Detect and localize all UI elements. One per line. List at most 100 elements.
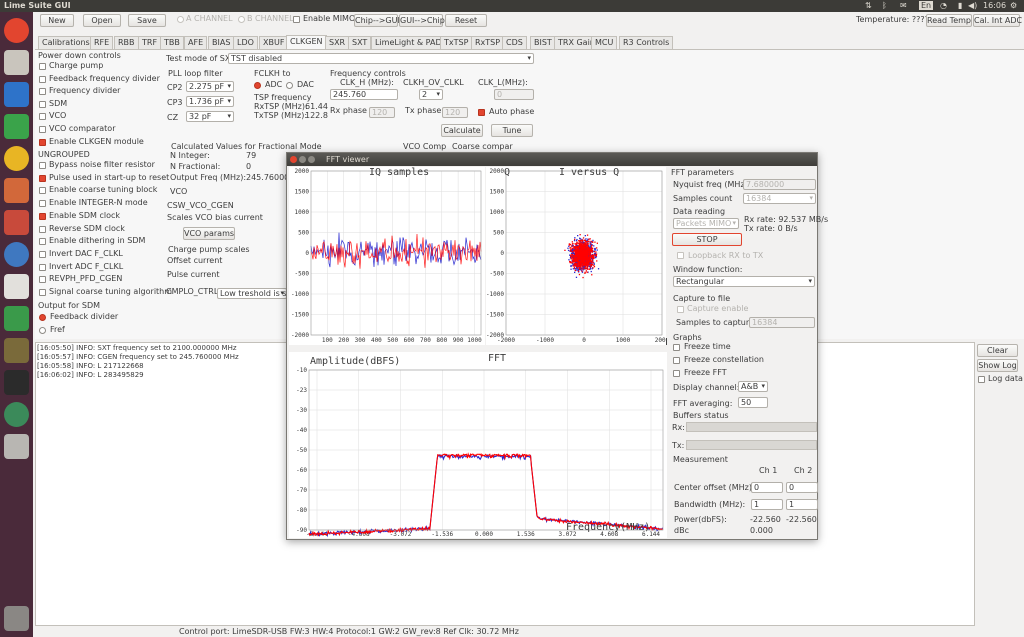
cp2-select[interactable]: 2.275 pF bbox=[186, 81, 234, 92]
tab-tbb[interactable]: TBB bbox=[160, 36, 184, 49]
nyquist-input[interactable]: 7.680000 bbox=[743, 179, 816, 190]
checkbox-charge-pump[interactable] bbox=[39, 63, 46, 70]
enable-mimo-checkbox[interactable] bbox=[293, 16, 300, 23]
limesuite-icon[interactable] bbox=[4, 402, 29, 427]
stop-button[interactable]: STOP bbox=[672, 233, 742, 246]
checkbox-enable-dithering-in-sdm[interactable] bbox=[39, 238, 46, 246]
writer-icon[interactable] bbox=[4, 82, 29, 107]
fref-radio[interactable] bbox=[39, 327, 46, 334]
adc-radio[interactable] bbox=[254, 82, 261, 89]
cal-int-adc-button[interactable]: Cal. Int ADC bbox=[973, 14, 1022, 27]
checkbox-frequency-divider[interactable] bbox=[39, 88, 46, 96]
maximize-icon[interactable] bbox=[308, 156, 315, 163]
volume-icon[interactable]: ◀) bbox=[968, 1, 977, 10]
bluetooth-icon[interactable]: ᛒ bbox=[882, 1, 887, 10]
files-icon[interactable] bbox=[4, 50, 29, 75]
close-icon[interactable] bbox=[290, 156, 297, 163]
tab-txtsp[interactable]: TxTSP bbox=[440, 36, 473, 49]
samples-count-select[interactable]: 16384 bbox=[743, 193, 816, 204]
clkh-ov-select[interactable]: 2 bbox=[419, 89, 443, 100]
terminal-icon[interactable] bbox=[4, 370, 29, 395]
tab-sxr[interactable]: SXR bbox=[325, 36, 350, 49]
mail-icon[interactable]: ✉ bbox=[900, 1, 907, 10]
gui-to-chip-button[interactable]: GUI-->Chip bbox=[399, 14, 445, 27]
freeze-constellation-checkbox[interactable] bbox=[673, 357, 680, 364]
checkbox-enable-coarse-tuning-block[interactable] bbox=[39, 187, 46, 195]
tab-cds[interactable]: CDS bbox=[502, 36, 527, 49]
trash-icon[interactable] bbox=[4, 606, 29, 631]
bandwidth-ch2-input[interactable]: 1 bbox=[786, 499, 818, 510]
tab-mcu[interactable]: MCU bbox=[591, 36, 618, 49]
minimize-icon[interactable] bbox=[299, 156, 306, 163]
drive-icon[interactable] bbox=[4, 434, 29, 459]
capture-enable-checkbox[interactable] bbox=[677, 306, 684, 313]
chip-to-gui-button[interactable]: Chip-->GUI bbox=[354, 14, 400, 27]
tab-afe[interactable]: AFE bbox=[184, 36, 208, 49]
test-mode-select[interactable]: TST disabled bbox=[228, 53, 534, 64]
display-channel-select[interactable]: A&B bbox=[738, 381, 768, 392]
tx-phase-input[interactable]: 120 bbox=[442, 107, 468, 118]
checkbox-enable-integer-n-mode[interactable] bbox=[39, 200, 46, 208]
a-channel-radio[interactable] bbox=[177, 16, 184, 23]
log-data-checkbox[interactable] bbox=[978, 376, 985, 383]
clkl-input[interactable]: 0 bbox=[494, 89, 534, 100]
samples-capture-input[interactable]: 16384 bbox=[749, 317, 815, 328]
dac-radio[interactable] bbox=[286, 82, 293, 89]
fft-averaging-input[interactable]: 50 bbox=[738, 397, 768, 408]
settings-icon[interactable] bbox=[4, 210, 29, 235]
i-versus-q-plot[interactable]: 2000 1500 1000 500 0 -500 -1000 -1500 -2000 -2000… bbox=[486, 167, 670, 345]
vco-params-button[interactable]: VCO params bbox=[183, 227, 235, 240]
save-button[interactable]: Save bbox=[128, 14, 166, 27]
checkbox-reverse-sdm-clock[interactable] bbox=[39, 225, 46, 233]
battery-icon[interactable]: ▮ bbox=[958, 1, 962, 10]
tab-r3-controls[interactable]: R3 Controls bbox=[619, 36, 674, 49]
clear-button[interactable]: Clear bbox=[977, 344, 1018, 357]
tab-bias[interactable]: BIAS bbox=[208, 36, 235, 49]
checkbox-vco[interactable] bbox=[39, 113, 46, 121]
wifi-icon[interactable]: ◔ bbox=[940, 1, 947, 10]
center-offset-ch2-input[interactable]: 0 bbox=[786, 482, 818, 493]
thunderbird-icon[interactable] bbox=[4, 242, 29, 267]
chrome-icon[interactable] bbox=[4, 146, 29, 171]
tab-calibrations[interactable]: Calibrations bbox=[38, 36, 94, 49]
gimp-icon[interactable] bbox=[4, 338, 29, 363]
fft-plot[interactable]: -10 -23 -30 -40 -50 -60 -70 -80 -90 -6.144 -4.608-… bbox=[289, 352, 667, 538]
checkbox-enable-clkgen-module[interactable] bbox=[39, 138, 46, 146]
open-button[interactable]: Open bbox=[83, 14, 121, 27]
cmplo-select[interactable]: Low treshold is set bbox=[217, 288, 287, 299]
cz-select[interactable]: 32 pF bbox=[186, 111, 234, 122]
keyboard-layout[interactable]: En bbox=[919, 1, 934, 10]
arrows-icon[interactable]: ⇅ bbox=[865, 1, 872, 10]
software-icon[interactable] bbox=[4, 306, 29, 331]
reset-button[interactable]: Reset bbox=[445, 14, 487, 27]
loopback-checkbox[interactable] bbox=[677, 252, 684, 259]
auto-phase-checkbox[interactable] bbox=[478, 109, 485, 116]
rx-phase-input[interactable]: 120 bbox=[369, 107, 395, 118]
packets-select[interactable]: Packets MIMO bbox=[673, 218, 739, 229]
read-temp-button[interactable]: Read Temp bbox=[926, 14, 972, 27]
impress-icon[interactable] bbox=[4, 178, 29, 203]
feedback-divider-radio[interactable] bbox=[39, 314, 46, 321]
tab-bist[interactable]: BIST bbox=[530, 36, 556, 49]
clkh-input[interactable]: 245.760 bbox=[330, 89, 398, 100]
tab-sxt[interactable]: SXT bbox=[348, 36, 372, 49]
show-log-button[interactable]: Show Log bbox=[977, 359, 1018, 372]
checkbox-enable-sdm-clock[interactable] bbox=[39, 212, 46, 220]
clock[interactable]: 16:06 bbox=[983, 1, 1006, 10]
power-icon[interactable]: ⚙ bbox=[1010, 1, 1017, 10]
cp3-select[interactable]: 1.736 pF bbox=[186, 96, 234, 107]
fft-title-bar[interactable]: FFT viewer bbox=[287, 153, 817, 166]
new-button[interactable]: New bbox=[40, 14, 74, 27]
checkbox-revph-pfd-cgen[interactable] bbox=[39, 276, 46, 284]
tab-ldo[interactable]: LDO bbox=[233, 36, 258, 49]
tab-xbuf[interactable]: XBUF bbox=[259, 36, 289, 49]
checkbox-sdm[interactable] bbox=[39, 100, 46, 108]
tab-clkgen[interactable]: CLKGEN bbox=[286, 35, 327, 49]
calculate-button[interactable]: Calculate bbox=[441, 124, 483, 137]
tab-rfe[interactable]: RFE bbox=[90, 36, 114, 49]
checkbox-vco-comparator[interactable] bbox=[39, 126, 46, 133]
calc-icon[interactable] bbox=[4, 114, 29, 139]
checkbox-pulse-used-in-start-up-to-reset[interactable] bbox=[39, 174, 46, 182]
tab-rbb[interactable]: RBB bbox=[114, 36, 139, 49]
bandwidth-ch1-input[interactable]: 1 bbox=[751, 499, 783, 510]
